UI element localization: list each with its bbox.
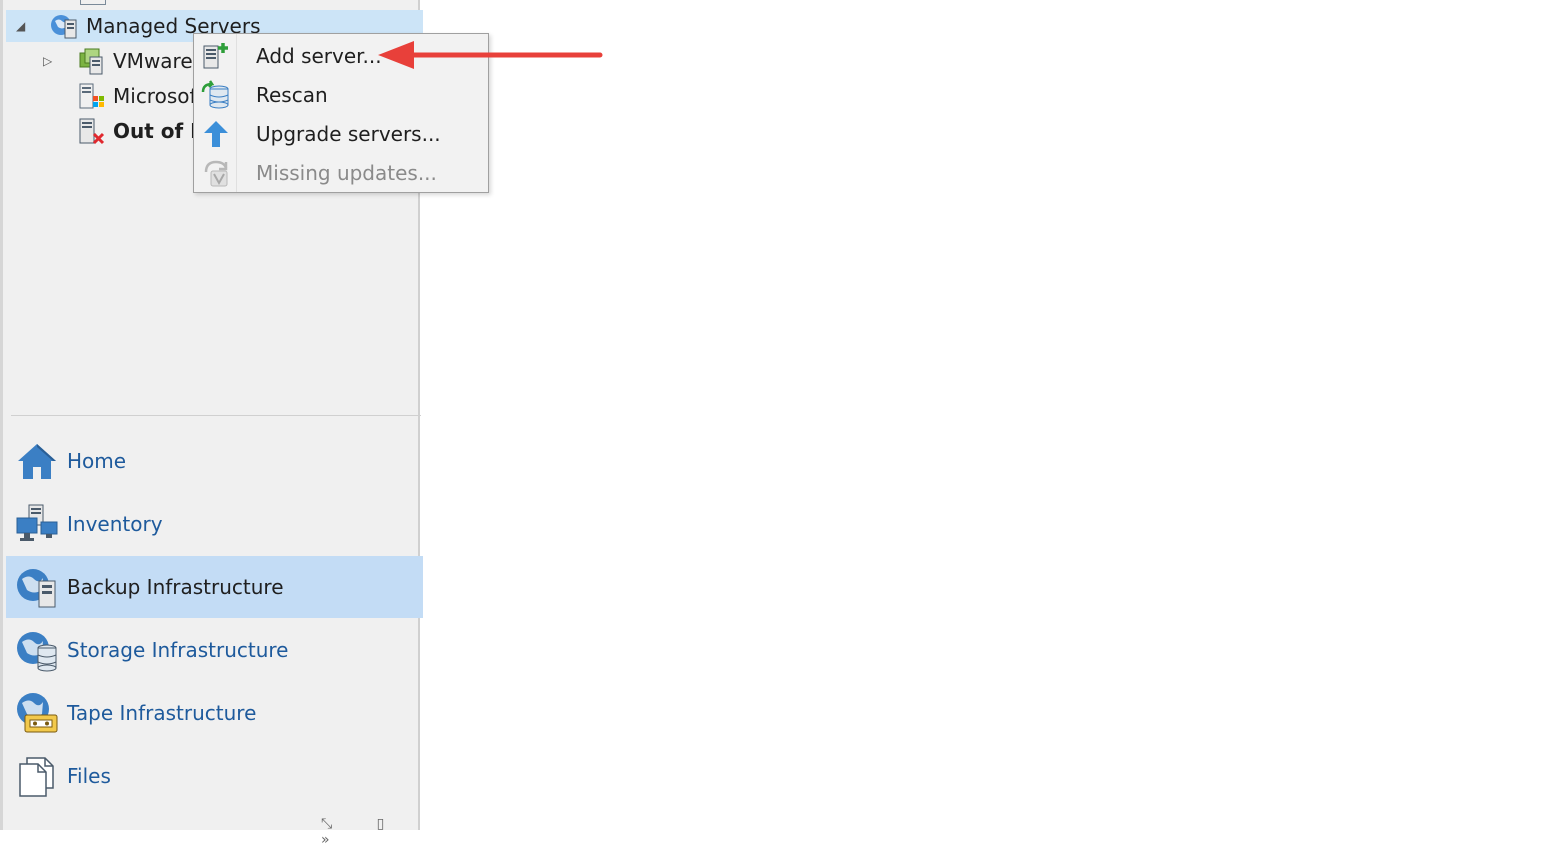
inventory-icon [16, 504, 58, 541]
nav-item-backup-infrastructure[interactable]: Backup Infrastructure [6, 556, 423, 618]
managed-servers-icon [51, 15, 77, 39]
nav-item-files[interactable]: Files [6, 745, 423, 807]
menu-item-upgrade-servers[interactable]: Upgrade servers... [194, 115, 488, 153]
tape-infrastructure-icon [17, 693, 58, 733]
nav-item-label: Tape Infrastructure [67, 701, 257, 725]
nav-item-home[interactable]: Home [6, 430, 423, 492]
menu-item-label: Rescan [256, 83, 328, 107]
nav-item-label: Inventory [67, 512, 163, 536]
backup-infrastructure-icon [17, 569, 56, 608]
menu-item-label: Add server... [256, 44, 382, 68]
nav-item-label: Files [67, 764, 111, 788]
home-icon [18, 444, 56, 479]
nav-item-label: Storage Infrastructure [67, 638, 289, 662]
sidebar-overflow-controls[interactable]: ⤡ ▯ » [321, 816, 418, 848]
vmware-icon [79, 48, 103, 75]
rescan-icon [201, 80, 229, 109]
menu-item-label: Missing updates... [256, 161, 437, 185]
tree-item-out-of-date[interactable]: Out of D [77, 115, 207, 147]
missing-updates-icon [204, 160, 228, 187]
nav-item-label: Home [67, 449, 127, 473]
tree-item-microsoft[interactable]: Microsof [77, 80, 197, 112]
menu-item-missing-updates[interactable]: Missing updates... [194, 154, 488, 192]
menu-item-rescan[interactable]: Rescan [194, 76, 488, 114]
collapse-toggle[interactable]: ◢ [16, 19, 25, 33]
tree-item-label: Microsof [113, 84, 197, 108]
sidebar-divider [11, 415, 421, 416]
microsoft-icon [79, 83, 104, 109]
nav-item-tape-infrastructure[interactable]: Tape Infrastructure [6, 682, 423, 744]
add-server-icon [203, 43, 228, 69]
nav-item-inventory[interactable]: Inventory [6, 493, 423, 555]
annotation-arrow-icon [378, 41, 603, 69]
out-of-date-icon [79, 118, 105, 145]
files-icon [19, 757, 54, 797]
expand-toggle[interactable]: ▷ [43, 54, 52, 68]
menu-item-label: Upgrade servers... [256, 122, 441, 146]
nav-item-storage-infrastructure[interactable]: Storage Infrastructure [6, 619, 423, 681]
nav-item-label: Backup Infrastructure [67, 575, 284, 599]
tree-item-partial-icon [80, 0, 106, 5]
upgrade-arrow-icon [204, 121, 228, 147]
storage-infrastructure-icon [17, 632, 57, 672]
tree-item-label: VMware [113, 49, 193, 73]
